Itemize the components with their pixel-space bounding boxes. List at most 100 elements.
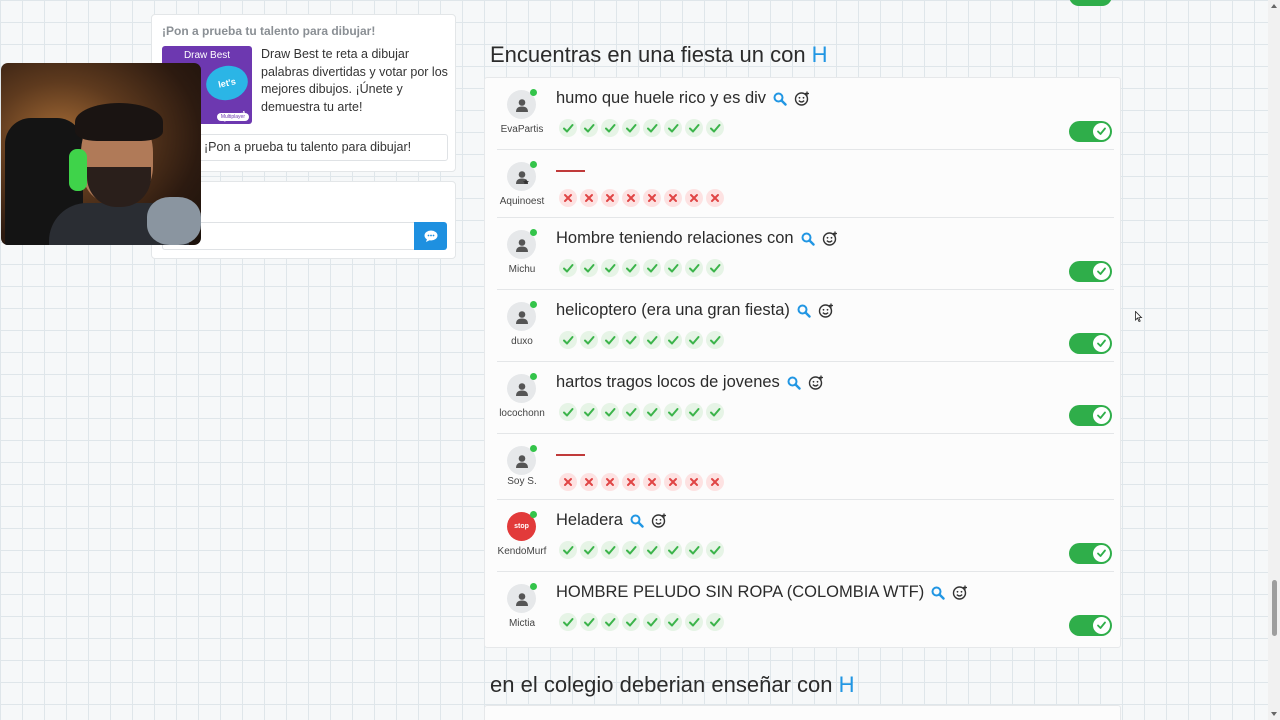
online-indicator <box>530 161 537 168</box>
next-answers-panel <box>484 705 1121 720</box>
check-icon <box>584 336 595 345</box>
cross-icon <box>585 478 593 486</box>
chat-send-button[interactable] <box>414 222 447 250</box>
react-emoji-button[interactable] <box>818 303 834 318</box>
search-icon <box>801 232 815 246</box>
answer-text-value: Heladera <box>556 511 623 529</box>
check-icon <box>626 618 637 627</box>
search-icon <box>797 304 811 318</box>
person-icon <box>515 98 528 112</box>
vote-approve <box>601 259 619 277</box>
vote-approve <box>559 613 577 631</box>
promo-image-bubble: let's draw! <box>202 62 252 124</box>
username: Michu <box>508 264 536 275</box>
promo-title: ¡Pon a prueba tu talento para dibujar! <box>162 24 376 38</box>
avatar[interactable] <box>507 229 537 259</box>
search-answer-button[interactable] <box>931 586 945 600</box>
check-icon <box>605 264 616 273</box>
webcam-beard <box>87 167 151 207</box>
check-icon <box>668 264 679 273</box>
vote-approve <box>622 541 640 559</box>
mouse-cursor-icon <box>1135 311 1143 323</box>
check-icon <box>584 264 595 273</box>
scroll-down-icon[interactable] <box>1270 710 1278 718</box>
valid-answer-toggle[interactable] <box>1069 615 1112 636</box>
vote-approve <box>580 259 598 277</box>
promo-button[interactable]: ¡Pon a prueba tu talento para dibujar! <box>162 134 448 161</box>
react-emoji-button[interactable] <box>651 513 667 528</box>
previous-row-toggle[interactable] <box>1069 0 1112 6</box>
vote-approve <box>580 613 598 631</box>
search-answer-button[interactable] <box>797 304 811 318</box>
vote-approve <box>601 119 619 137</box>
check-icon <box>563 336 574 345</box>
answer-row: Aquinoest <box>497 150 1114 218</box>
username: Mictia <box>508 618 536 629</box>
check-icon <box>626 264 637 273</box>
answer-row: Michu Hombre teniendo relaciones con <box>497 218 1114 290</box>
react-emoji-button[interactable] <box>794 91 810 106</box>
vote-approve <box>559 331 577 349</box>
online-indicator <box>530 445 537 452</box>
avatar[interactable] <box>507 373 537 403</box>
react-emoji-button[interactable] <box>822 231 838 246</box>
valid-answer-toggle[interactable] <box>1069 405 1112 426</box>
search-answer-button[interactable] <box>787 376 801 390</box>
section-title-1: Encuentras en una fiesta un con H <box>490 42 828 68</box>
avatar[interactable] <box>507 301 537 331</box>
vote-reject <box>706 189 724 207</box>
valid-answer-toggle[interactable] <box>1069 261 1112 282</box>
section-title-1-text: Encuentras en una fiesta un con <box>490 42 812 67</box>
check-icon <box>710 124 721 133</box>
vote-approve <box>559 119 577 137</box>
check-icon <box>647 124 658 133</box>
react-emoji-button[interactable] <box>808 375 824 390</box>
check-icon <box>1097 549 1106 557</box>
username: KendoMurf <box>497 546 547 557</box>
vote-list <box>559 331 724 349</box>
username: Soy S. <box>507 476 537 487</box>
scroll-up-icon[interactable] <box>1270 2 1278 10</box>
valid-answer-toggle[interactable] <box>1069 543 1112 564</box>
react-emoji-button[interactable] <box>952 585 968 600</box>
valid-answer-toggle[interactable] <box>1069 333 1112 354</box>
avatar[interactable] <box>507 89 537 119</box>
check-icon <box>1097 621 1106 629</box>
check-icon <box>668 618 679 627</box>
vote-approve <box>643 403 661 421</box>
person-icon <box>515 310 528 324</box>
search-answer-button[interactable] <box>773 92 787 106</box>
check-icon <box>626 408 637 417</box>
search-answer-button[interactable] <box>630 514 644 528</box>
avatar[interactable] <box>507 445 537 475</box>
cross-icon <box>669 478 677 486</box>
search-answer-button[interactable] <box>801 232 815 246</box>
webcam-microphone <box>147 197 201 245</box>
vote-approve <box>643 613 661 631</box>
check-icon <box>1097 127 1106 135</box>
vote-approve <box>580 403 598 421</box>
vote-approve <box>706 259 724 277</box>
check-icon <box>605 546 616 555</box>
answer-text: humo que huele rico y es div <box>556 89 810 108</box>
valid-answer-toggle[interactable] <box>1069 121 1112 142</box>
vote-list <box>559 541 724 559</box>
section-title-1-letter: H <box>811 42 828 67</box>
vote-approve <box>559 259 577 277</box>
scrollbar-thumb[interactable] <box>1272 580 1277 636</box>
vote-approve <box>706 403 724 421</box>
avatar[interactable]: stop <box>507 511 537 541</box>
vote-approve <box>706 541 724 559</box>
vote-approve <box>664 331 682 349</box>
avatar[interactable] <box>507 161 537 191</box>
answer-text-value: HOMBRE PELUDO SIN ROPA (COLOMBIA WTF) <box>556 583 925 601</box>
person-icon <box>515 592 528 606</box>
online-indicator <box>530 373 537 380</box>
add-emoji-icon <box>953 585 968 600</box>
vote-reject <box>580 473 598 491</box>
answer-row: Soy S. <box>497 434 1114 500</box>
cross-icon <box>690 478 698 486</box>
avatar[interactable] <box>507 583 537 613</box>
promo-image-title: Draw Best <box>183 50 231 61</box>
webcam-overlay <box>1 63 201 245</box>
